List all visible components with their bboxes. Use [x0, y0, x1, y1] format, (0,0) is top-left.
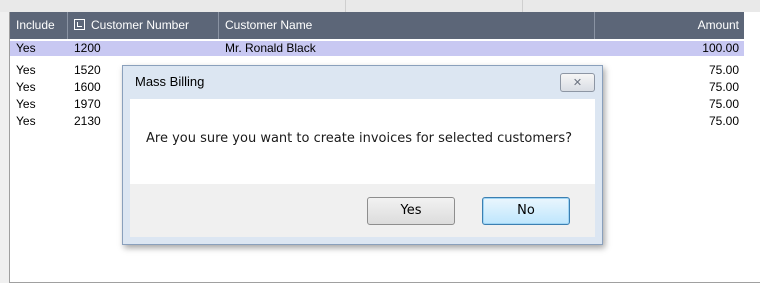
cell-customer-number[interactable]: 1200 — [68, 41, 219, 56]
cell-amount[interactable]: 75.00 — [595, 80, 745, 95]
cell-amount[interactable]: 75.00 — [595, 97, 745, 112]
cell-amount[interactable]: 75.00 — [595, 114, 745, 129]
yes-button[interactable]: Yes — [367, 197, 455, 225]
cell-amount[interactable]: 75.00 — [595, 63, 745, 78]
drilldown-icon — [74, 19, 85, 30]
grid-header: Include Customer Number Customer Name Am… — [10, 12, 745, 39]
no-button-label: No — [517, 203, 535, 218]
cell-include[interactable]: Yes — [10, 97, 68, 112]
cell-include[interactable]: Yes — [10, 41, 68, 56]
close-icon: ✕ — [572, 76, 583, 89]
mass-billing-dialog: Mass Billing ✕ Are you sure you want to … — [122, 65, 603, 245]
cell-include[interactable]: Yes — [10, 114, 68, 129]
column-header-customer-number[interactable]: Customer Number — [68, 12, 219, 39]
dialog-title: Mass Billing — [135, 74, 205, 89]
divider — [522, 0, 523, 12]
column-header-customer-name[interactable]: Customer Name — [219, 12, 595, 39]
top-toolbar-strip — [0, 0, 760, 12]
cell-amount[interactable]: 100.00 — [595, 41, 745, 56]
close-button[interactable]: ✕ — [560, 73, 595, 92]
dialog-message: Are you sure you want to create invoices… — [146, 131, 573, 146]
column-header-amount[interactable]: Amount — [595, 12, 745, 39]
cell-include[interactable]: Yes — [10, 63, 68, 78]
cell-customer-name[interactable]: Mr. Ronald Black — [219, 41, 595, 56]
column-header-customer-number-label: Customer Number — [91, 18, 190, 32]
column-header-customer-name-label: Customer Name — [225, 18, 313, 32]
column-header-include-label: Include — [16, 18, 55, 32]
grid-gutter — [744, 12, 760, 282]
yes-button-label: Yes — [400, 203, 422, 218]
table-row[interactable]: Yes 1200 Mr. Ronald Black 100.00 — [10, 41, 745, 56]
cell-include[interactable]: Yes — [10, 80, 68, 95]
dialog-body: Are you sure you want to create invoices… — [130, 99, 595, 184]
dialog-footer: Yes No — [130, 184, 595, 237]
column-header-include[interactable]: Include — [10, 12, 68, 39]
no-button[interactable]: No — [482, 197, 570, 225]
divider — [345, 0, 346, 12]
column-header-amount-label: Amount — [697, 18, 739, 32]
